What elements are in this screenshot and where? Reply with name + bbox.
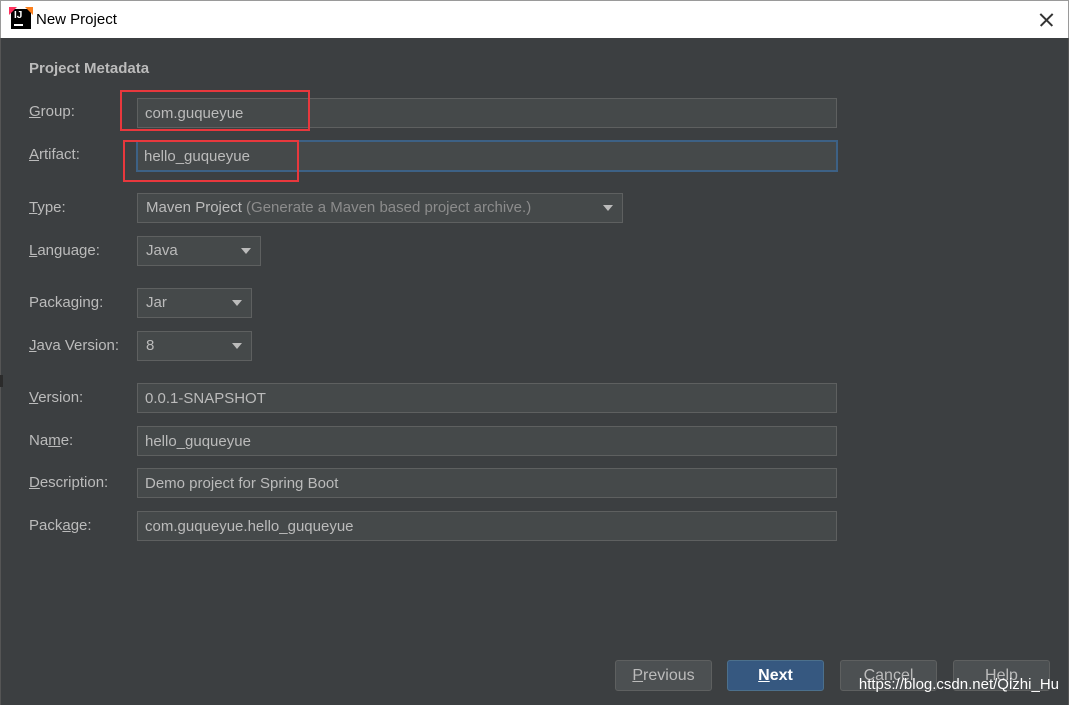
chevron-down-icon [232,343,242,349]
language-select-value: Java [146,242,178,259]
artifact-input[interactable] [136,140,838,172]
java-version-select[interactable]: 8 [137,331,252,361]
chevron-down-icon [232,300,242,306]
group-input[interactable] [137,98,837,128]
type-select[interactable]: Maven Project (Generate a Maven based pr… [137,193,623,223]
group-label: Group: [29,103,75,120]
window-title: New Project [36,11,117,28]
java-version-select-value: 8 [146,337,155,354]
type-select-value: Maven Project [146,199,242,216]
next-button[interactable]: Next [727,660,824,691]
previous-button[interactable]: Previous [615,660,712,691]
language-select[interactable]: Java [137,236,261,266]
version-label: Version: [29,389,84,406]
watermark: https://blog.csdn.net/Qizhi_Hu [858,676,1059,693]
description-label: Description: [29,474,109,491]
packaging-select[interactable]: Jar [137,288,252,318]
type-select-hint: (Generate a Maven based project archive.… [241,199,532,216]
language-label: Language: [29,242,100,259]
section-title: Project Metadata [29,60,150,77]
packaging-label: Packaging: [29,294,104,311]
chevron-down-icon [241,248,251,254]
java-version-label: Java Version: [29,337,120,354]
packaging-select-value: Jar [146,294,167,311]
close-icon[interactable] [1034,7,1060,33]
name-input[interactable] [137,426,837,456]
divider [0,375,3,387]
description-input[interactable] [137,468,837,498]
type-label: Type: [29,199,66,216]
version-input[interactable] [137,383,837,413]
package-input[interactable] [137,511,837,541]
intellij-app-icon: IJ [9,7,33,29]
title-bar: IJ New Project [0,0,1069,38]
artifact-label: Artifact: [29,146,80,163]
chevron-down-icon [603,205,613,211]
package-label: Package: [29,517,92,534]
dialog-content [0,38,1069,705]
name-label: Name: [29,432,74,449]
